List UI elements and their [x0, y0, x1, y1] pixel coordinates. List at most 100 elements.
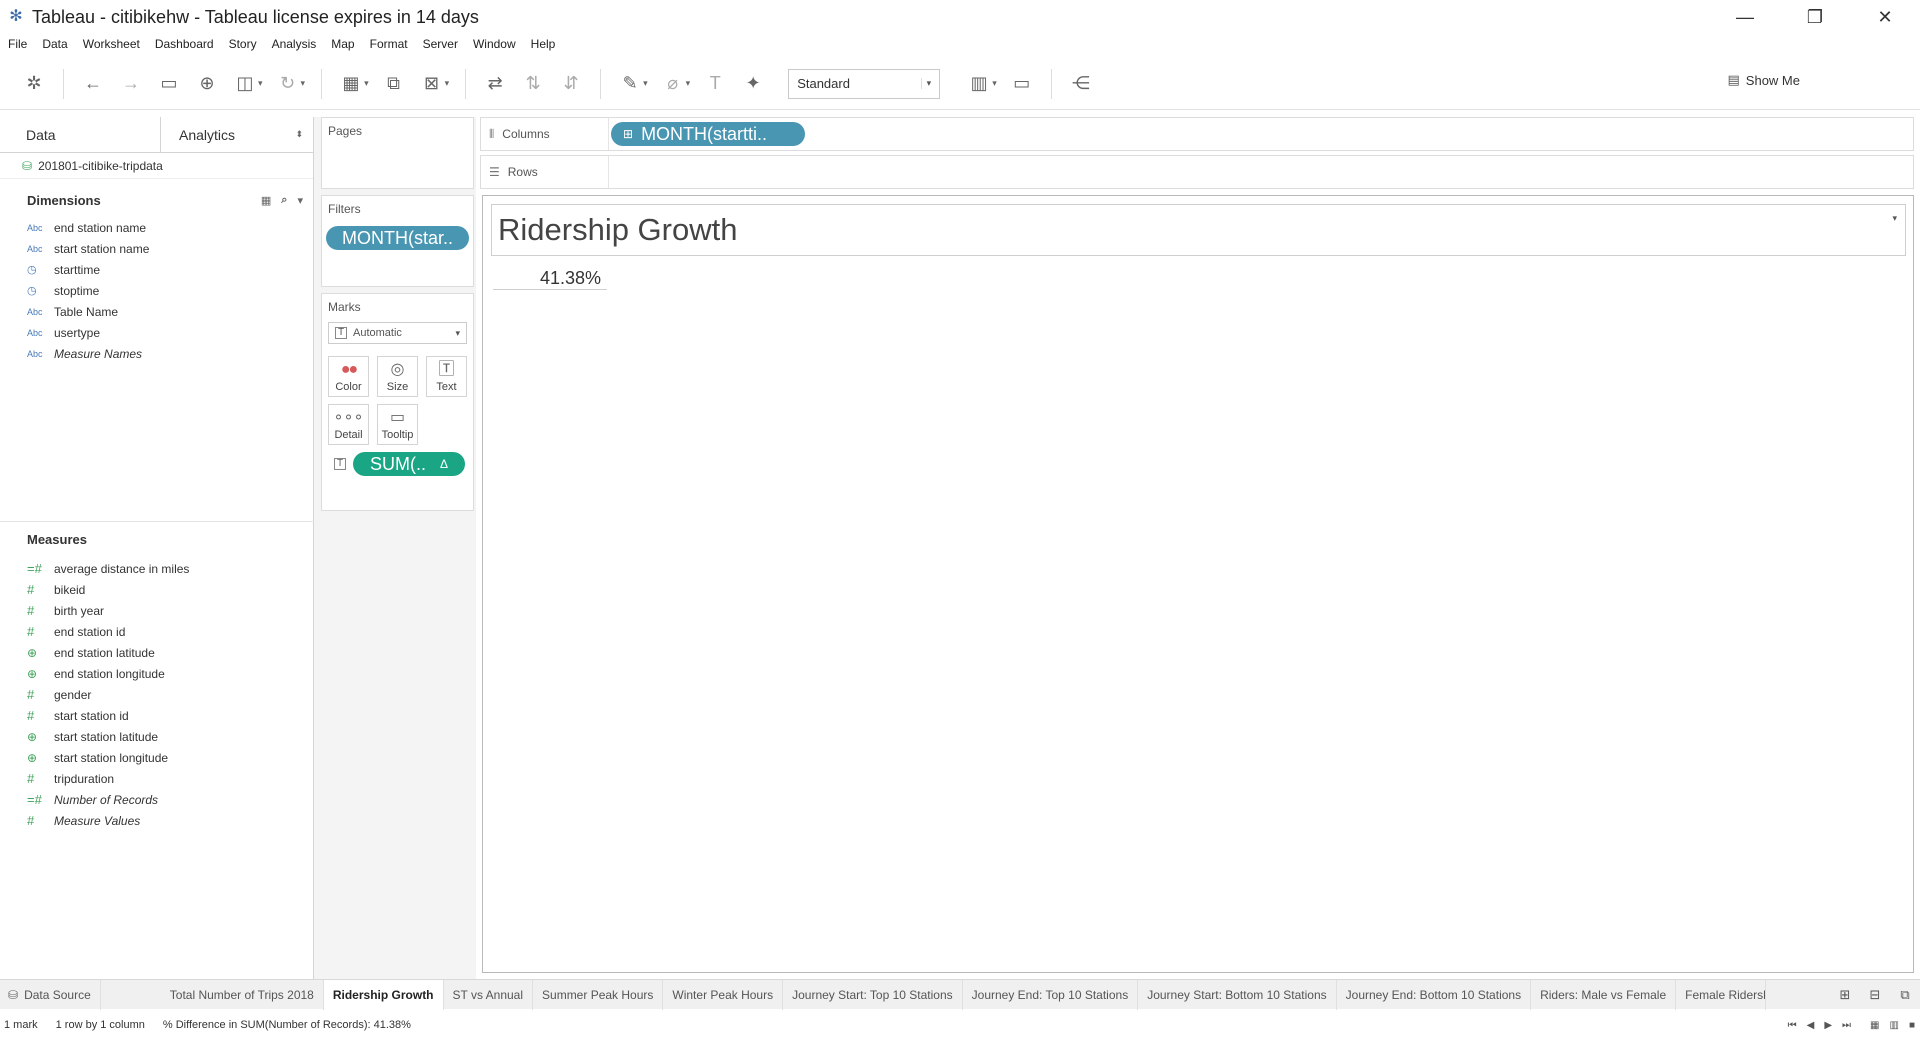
- field-average-distance[interactable]: =# average distance in miles: [0, 558, 313, 579]
- columns-shelf[interactable]: ⦀ Columns ⊞ MONTH(startti..: [480, 117, 1914, 151]
- field-bikeid[interactable]: # bikeid: [0, 579, 313, 600]
- chevron-down-icon[interactable]: ▾: [1892, 213, 1897, 224]
- menu-data[interactable]: Data: [42, 37, 67, 51]
- chevron-down-icon[interactable]: ▾: [301, 78, 306, 89]
- duplicate-sheet-icon[interactable]: ⧉: [380, 70, 408, 98]
- pages-card[interactable]: Pages: [321, 117, 474, 189]
- field-end-station-latitude[interactable]: ⊕ end station latitude: [0, 642, 313, 663]
- field-gender[interactable]: # gender: [0, 684, 313, 705]
- size-button[interactable]: ◎ Size: [377, 356, 418, 397]
- expand-icon[interactable]: ⊞: [623, 127, 633, 141]
- text-button[interactable]: 🅃 Text: [426, 356, 467, 397]
- field-birth-year[interactable]: # birth year: [0, 600, 313, 621]
- chevron-down-icon[interactable]: ▾: [297, 194, 303, 207]
- marks-pill-sum[interactable]: SUM(.. Δ: [353, 452, 465, 476]
- view-size-select[interactable]: Standard ▾: [788, 68, 941, 99]
- view-data-icon[interactable]: ▦: [261, 194, 271, 207]
- worksheet-view[interactable]: Ridership Growth ▾ 41.38%: [482, 195, 1914, 973]
- rows-shelf[interactable]: ☰ Rows: [480, 155, 1914, 189]
- new-dashboard-icon[interactable]: ⊟: [1860, 987, 1890, 1003]
- chevron-down-icon[interactable]: ▾: [258, 78, 263, 89]
- field-starttime[interactable]: ◷ starttime: [0, 259, 313, 280]
- detail-button[interactable]: ∘∘∘ Detail: [328, 404, 369, 445]
- tab-summer-peak-hours[interactable]: Summer Peak Hours: [533, 979, 664, 1010]
- refresh-icon[interactable]: ↻: [274, 70, 302, 98]
- show-filmstrip-icon[interactable]: ▥: [1890, 1020, 1899, 1031]
- menu-format[interactable]: Format: [370, 37, 408, 51]
- prev-sheet-icon[interactable]: ◀: [1807, 1020, 1815, 1031]
- tab-analytics[interactable]: Analytics ⬍: [161, 117, 313, 152]
- tab-total-number-of-trips[interactable]: Total Number of Trips 2018: [161, 979, 324, 1010]
- menu-file[interactable]: File: [8, 37, 27, 51]
- field-end-station-name[interactable]: Abc end station name: [0, 217, 313, 238]
- next-sheet-icon[interactable]: ▶: [1824, 1020, 1832, 1031]
- close-button[interactable]: ✕: [1850, 0, 1920, 34]
- group-members-icon[interactable]: ⌀: [659, 70, 687, 98]
- tab-st-vs-annual[interactable]: ST vs Annual: [444, 979, 534, 1010]
- field-end-station-longitude[interactable]: ⊕ end station longitude: [0, 663, 313, 684]
- new-worksheet-icon[interactable]: ⊞: [1830, 987, 1860, 1003]
- field-table-name[interactable]: Abc Table Name: [0, 301, 313, 322]
- pause-updates-icon[interactable]: ◫: [231, 70, 259, 98]
- menu-help[interactable]: Help: [531, 37, 556, 51]
- tab-journey-end-bottom10[interactable]: Journey End: Bottom 10 Stations: [1337, 979, 1532, 1010]
- menu-window[interactable]: Window: [473, 37, 516, 51]
- field-number-of-records[interactable]: =# Number of Records: [0, 789, 313, 810]
- menu-map[interactable]: Map: [331, 37, 354, 51]
- tab-ridership-growth[interactable]: Ridership Growth: [323, 979, 444, 1010]
- tab-journey-start-bottom10[interactable]: Journey Start: Bottom 10 Stations: [1138, 979, 1337, 1010]
- highlight-icon[interactable]: ✎: [616, 70, 644, 98]
- field-start-station-id[interactable]: # start station id: [0, 705, 313, 726]
- show-sheet-sorter-icon[interactable]: ▦: [1870, 1020, 1879, 1031]
- tooltip-button[interactable]: ▭ Tooltip: [377, 404, 418, 445]
- mark-type-select[interactable]: T Automatic ▾: [328, 322, 467, 344]
- last-sheet-icon[interactable]: ⏭: [1842, 1020, 1851, 1031]
- filters-card[interactable]: Filters MONTH(star..: [321, 195, 474, 287]
- chevron-down-icon[interactable]: ▾: [364, 78, 369, 89]
- undo-icon[interactable]: ←: [79, 70, 107, 98]
- tab-data[interactable]: Data: [0, 117, 161, 152]
- field-usertype[interactable]: Abc usertype: [0, 322, 313, 343]
- show-me-button[interactable]: ▤ Show Me: [1728, 72, 1801, 88]
- new-story-icon[interactable]: ⧉: [1890, 987, 1920, 1003]
- fix-axes-icon[interactable]: ✦: [739, 70, 767, 98]
- worksheet-title[interactable]: Ridership Growth ▾: [491, 204, 1906, 256]
- field-start-station-longitude[interactable]: ⊕ start station longitude: [0, 747, 313, 768]
- menu-dashboard[interactable]: Dashboard: [155, 37, 214, 51]
- tab-riders-male-vs-female[interactable]: Riders: Male vs Female: [1531, 979, 1677, 1010]
- search-icon[interactable]: ⌕: [281, 194, 287, 207]
- filter-pill-month[interactable]: MONTH(star..: [326, 226, 469, 250]
- show-tabs-icon[interactable]: ■: [1909, 1020, 1915, 1031]
- tab-journey-start-top10[interactable]: Journey Start: Top 10 Stations: [783, 979, 963, 1010]
- menu-analysis[interactable]: Analysis: [272, 37, 317, 51]
- first-sheet-icon[interactable]: ⏮: [1788, 1020, 1797, 1031]
- datasource-item[interactable]: ⛁ 201801-citibike-tripdata: [0, 153, 313, 179]
- chevron-down-icon[interactable]: ▾: [445, 78, 450, 89]
- chevron-down-icon[interactable]: ▾: [992, 78, 997, 89]
- tab-female-ridership[interactable]: Female Ridership: [1676, 979, 1767, 1010]
- minimize-button[interactable]: —: [1710, 0, 1780, 34]
- field-stoptime[interactable]: ◷ stoptime: [0, 280, 313, 301]
- menu-server[interactable]: Server: [423, 37, 458, 51]
- show-cards-icon[interactable]: ▥: [965, 70, 993, 98]
- field-measure-values[interactable]: # Measure Values: [0, 810, 313, 831]
- restore-button[interactable]: ❐: [1780, 0, 1850, 34]
- mark-text-value[interactable]: 41.38%: [493, 266, 607, 290]
- sort-descending-icon[interactable]: ⇵: [557, 70, 585, 98]
- chevron-down-icon[interactable]: ▾: [643, 78, 648, 89]
- sort-ascending-icon[interactable]: ⇅: [519, 70, 547, 98]
- tab-journey-end-top10[interactable]: Journey End: Top 10 Stations: [963, 979, 1139, 1010]
- new-worksheet-icon[interactable]: ▦: [337, 70, 365, 98]
- tableau-home-icon[interactable]: ✲: [20, 70, 48, 98]
- field-start-station-latitude[interactable]: ⊕ start station latitude: [0, 726, 313, 747]
- tab-data-source[interactable]: ⛁ Data Source: [0, 979, 101, 1010]
- field-start-station-name[interactable]: Abc start station name: [0, 238, 313, 259]
- field-measure-names[interactable]: Abc Measure Names: [0, 343, 313, 364]
- clear-sheet-icon[interactable]: ⊠: [418, 70, 446, 98]
- show-mark-labels-icon[interactable]: T: [701, 70, 729, 98]
- columns-pill-month[interactable]: ⊞ MONTH(startti..: [611, 122, 805, 146]
- chevron-down-icon[interactable]: ⬍: [295, 129, 303, 140]
- field-tripduration[interactable]: # tripduration: [0, 768, 313, 789]
- tab-winter-peak-hours[interactable]: Winter Peak Hours: [663, 979, 784, 1010]
- swap-rows-columns-icon[interactable]: ⇄: [481, 70, 509, 98]
